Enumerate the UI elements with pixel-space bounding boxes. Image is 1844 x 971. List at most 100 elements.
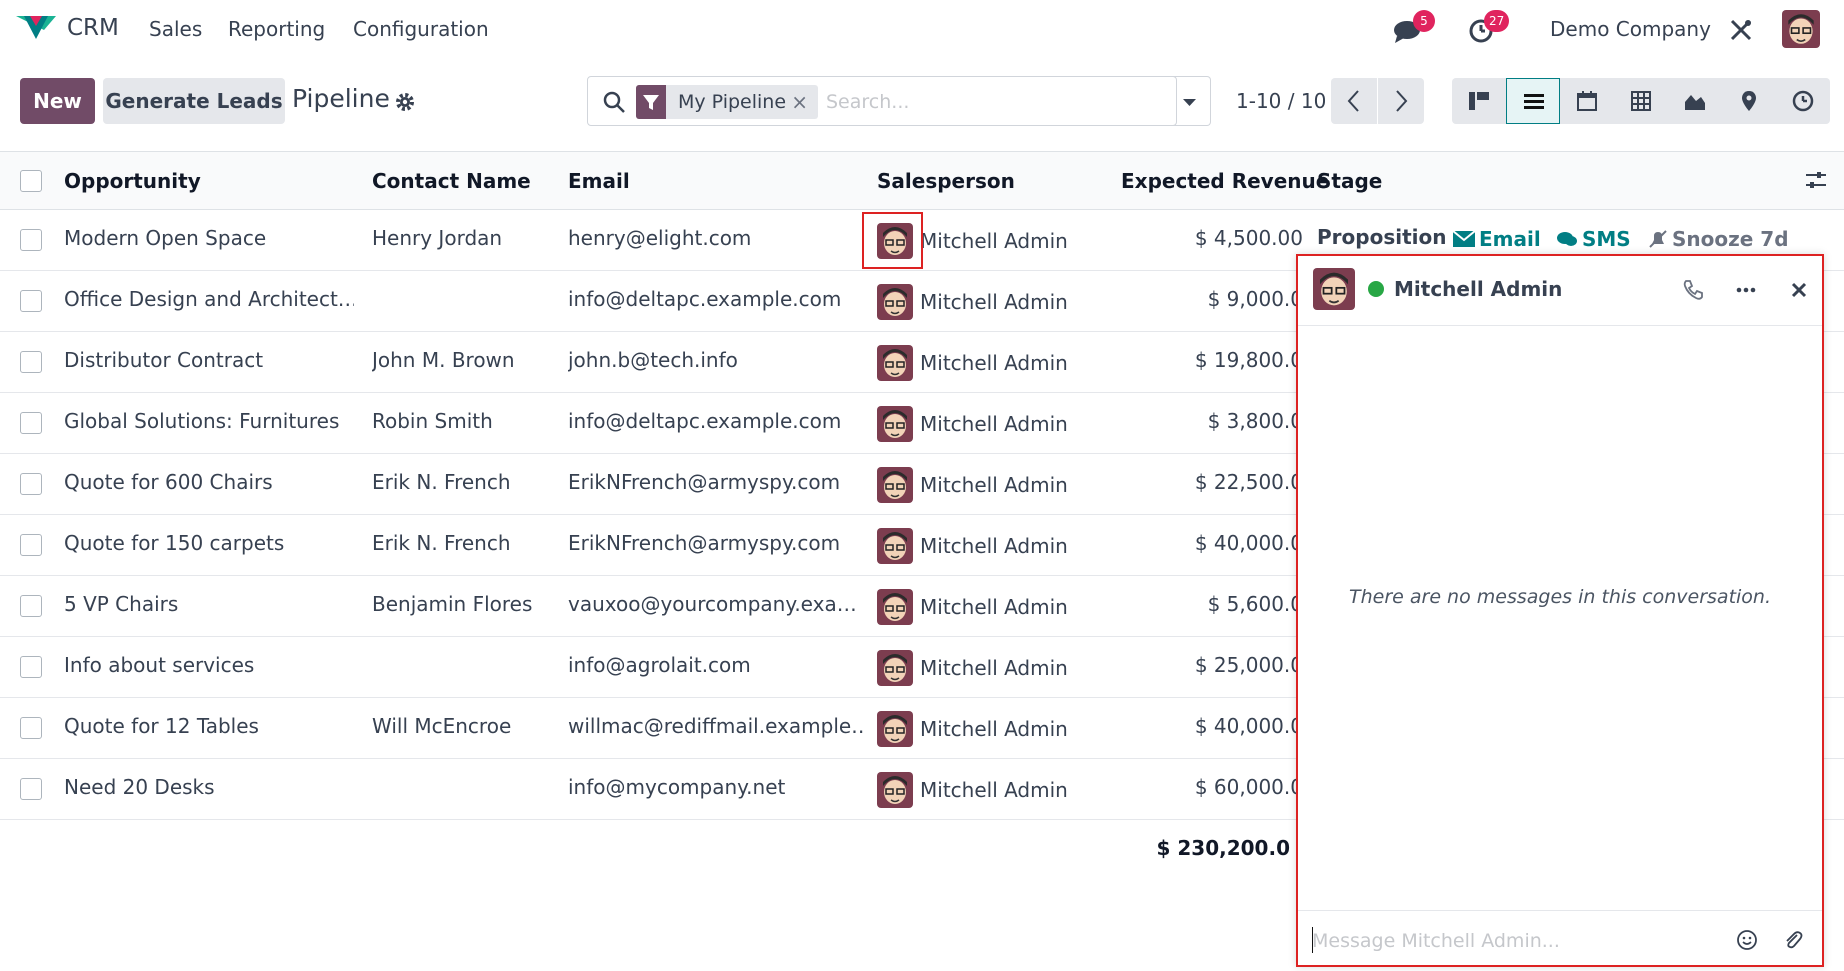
app-name[interactable]: CRM — [67, 15, 119, 41]
header-opportunity[interactable]: Opportunity — [64, 169, 201, 193]
salesperson-cell: Mitchell Admin — [920, 229, 1068, 253]
menu-configuration[interactable]: Configuration — [353, 17, 489, 41]
gear-icon[interactable] — [394, 91, 416, 113]
row-checkbox[interactable] — [20, 717, 42, 739]
pager-previous-button[interactable] — [1331, 78, 1377, 124]
salesperson-avatar[interactable] — [877, 711, 913, 747]
pager-next-button[interactable] — [1378, 78, 1424, 124]
generate-leads-button[interactable]: Generate Leads — [103, 78, 285, 124]
avatar-icon — [877, 345, 913, 381]
bell-slash-icon — [1649, 230, 1667, 248]
schedule-email-button[interactable]: Email — [1452, 227, 1541, 251]
salesperson-avatar[interactable] — [877, 406, 913, 442]
email-cell: info@deltapc.example.com — [568, 409, 842, 433]
user-avatar[interactable] — [1782, 10, 1820, 48]
optional-columns-icon[interactable] — [1804, 168, 1828, 192]
sms-button[interactable]: SMS — [1556, 227, 1631, 251]
header-salesperson[interactable]: Salesperson — [877, 169, 1015, 193]
row-checkbox[interactable] — [20, 534, 42, 556]
comments-icon — [1557, 232, 1577, 246]
salesperson-avatar[interactable] — [877, 345, 913, 381]
company-switcher[interactable]: Demo Company — [1550, 17, 1711, 41]
view-list-button[interactable] — [1506, 78, 1560, 124]
row-checkbox[interactable] — [20, 473, 42, 495]
activities-button[interactable]: 27 — [1466, 10, 1510, 46]
phone-icon[interactable] — [1680, 277, 1706, 303]
contact-cell: Erik N. French — [372, 470, 511, 494]
text-caret — [1312, 927, 1313, 953]
list-header: Opportunity Contact Name Email Salespers… — [0, 151, 1844, 210]
view-graph-button[interactable] — [1668, 78, 1722, 124]
email-cell: info@mycompany.net — [568, 775, 786, 799]
header-email[interactable]: Email — [568, 169, 630, 193]
close-icon[interactable] — [1786, 277, 1812, 303]
chat-header: Mitchell Admin — [1298, 256, 1822, 326]
list-icon — [1524, 94, 1544, 109]
search-facet: My Pipeline × — [636, 85, 818, 119]
salesperson-avatar[interactable] — [877, 467, 913, 503]
row-checkbox[interactable] — [20, 229, 42, 251]
search-dropdown-toggle[interactable] — [1168, 76, 1211, 126]
row-checkbox[interactable] — [20, 290, 42, 312]
select-all-checkbox[interactable] — [20, 170, 42, 192]
view-map-button[interactable] — [1722, 78, 1776, 124]
chat-composer — [1298, 910, 1822, 967]
view-activity-button[interactable] — [1776, 78, 1830, 124]
message-input[interactable] — [1312, 925, 1712, 957]
search-icon[interactable] — [602, 90, 626, 114]
view-calendar-button[interactable] — [1560, 78, 1614, 124]
avatar-icon — [877, 589, 913, 625]
chat-title[interactable]: Mitchell Admin — [1394, 277, 1562, 301]
salesperson-avatar[interactable] — [877, 528, 913, 564]
emoji-icon[interactable] — [1734, 927, 1760, 953]
online-status-icon — [1368, 281, 1384, 297]
salesperson-cell: Mitchell Admin — [920, 351, 1068, 375]
row-checkbox[interactable] — [20, 351, 42, 373]
menu-sales[interactable]: Sales — [149, 17, 202, 41]
menu-reporting[interactable]: Reporting — [228, 17, 325, 41]
salesperson-cell: Mitchell Admin — [920, 595, 1068, 619]
email-cell: willmac@rediffmail.example… — [568, 714, 863, 738]
expected-revenue-cell: $ 25,000.0 — [1194, 653, 1303, 677]
row-checkbox[interactable] — [20, 778, 42, 800]
row-checkbox[interactable] — [20, 412, 42, 434]
header-stage[interactable]: Stage — [1317, 169, 1382, 193]
crm-logo-icon[interactable] — [16, 12, 56, 42]
more-options-icon[interactable] — [1733, 277, 1759, 303]
header-contact-name[interactable]: Contact Name — [372, 169, 531, 193]
calendar-icon — [1577, 91, 1597, 111]
chat-avatar[interactable] — [1313, 268, 1355, 310]
contact-cell: Will McEncroe — [372, 714, 512, 738]
email-cell: henry@elight.com — [568, 226, 752, 250]
new-button[interactable]: New — [20, 78, 95, 124]
facet-close-icon[interactable]: × — [791, 90, 808, 114]
pager-value[interactable]: 1-10 / 10 — [1236, 89, 1326, 113]
opportunity-cell: Quote for 12 Tables — [64, 714, 259, 738]
avatar-icon — [877, 772, 913, 808]
salesperson-avatar[interactable] — [877, 589, 913, 625]
page-title[interactable]: Pipeline — [292, 84, 390, 113]
salesperson-avatar[interactable] — [877, 772, 913, 808]
kanban-icon — [1469, 92, 1489, 110]
stage-label[interactable]: Proposition — [1317, 225, 1446, 249]
opportunity-cell: Modern Open Space — [64, 226, 267, 250]
messages-button[interactable]: 5 — [1391, 10, 1435, 46]
opportunity-cell: Info about services — [64, 653, 255, 677]
row-checkbox[interactable] — [20, 595, 42, 617]
view-kanban-button[interactable] — [1452, 78, 1506, 124]
salesperson-avatar[interactable] — [877, 284, 913, 320]
expected-revenue-cell: $ 4,500.00 — [1194, 226, 1303, 250]
snooze-button[interactable]: Snooze 7d — [1648, 227, 1789, 251]
salesperson-avatar[interactable] — [877, 650, 913, 686]
paperclip-icon[interactable] — [1780, 927, 1806, 953]
top-navbar: CRM Sales Reporting Configuration 5 27 D… — [0, 0, 1844, 58]
view-pivot-button[interactable] — [1614, 78, 1668, 124]
salesperson-cell: Mitchell Admin — [920, 534, 1068, 558]
expected-revenue-cell: $ 5,600.0 — [1207, 592, 1303, 616]
tools-icon[interactable] — [1729, 18, 1753, 42]
email-cell: info@agrolait.com — [568, 653, 751, 677]
header-expected-revenue[interactable]: Expected Revenue — [1121, 169, 1329, 193]
row-checkbox[interactable] — [20, 656, 42, 678]
search-input[interactable] — [826, 87, 1156, 117]
avatar-icon — [1782, 10, 1820, 48]
